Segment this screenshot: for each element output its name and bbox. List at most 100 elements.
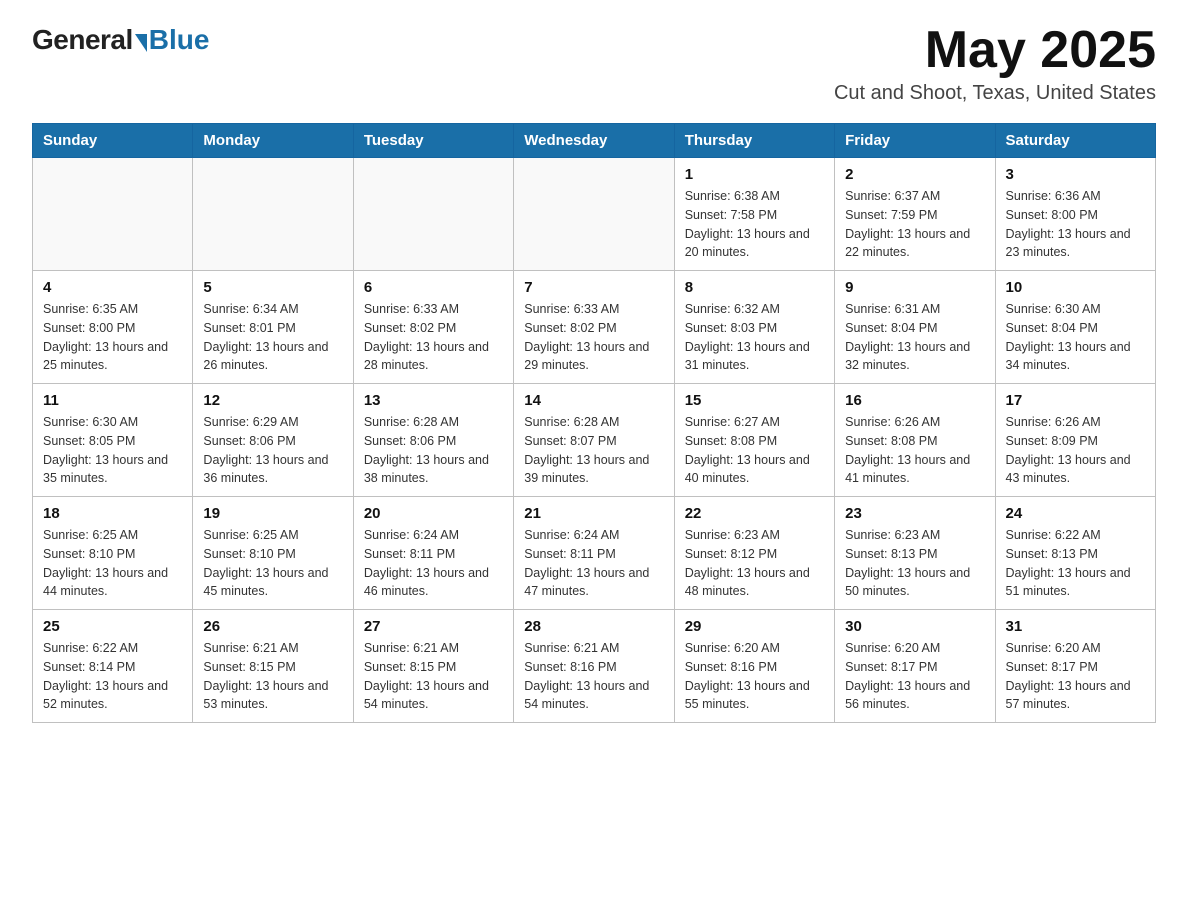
day-cell-5: 5 Sunrise: 6:34 AMSunset: 8:01 PMDaylight… bbox=[193, 271, 353, 384]
day-info: Sunrise: 6:28 AMSunset: 8:06 PMDaylight:… bbox=[364, 413, 503, 488]
day-cell-14: 14Sunrise: 6:28 AMSunset: 8:07 PMDayligh… bbox=[514, 384, 674, 497]
day-number: 21 bbox=[524, 505, 663, 522]
day-cell-30: 30 Sunrise: 6:20 AMSunset: 8:17 PMDayligh… bbox=[835, 610, 995, 723]
logo-blue-text: Blue bbox=[149, 24, 210, 56]
day-number: 30 bbox=[845, 618, 984, 635]
day-info: Sunrise: 6:20 AMSunset: 8:17 PMDaylight:… bbox=[845, 639, 984, 714]
week-row-4: 18 Sunrise: 6:25 AMSunset: 8:10 PMDayligh… bbox=[33, 497, 1156, 610]
day-number: 17 bbox=[1006, 392, 1145, 409]
day-number: 20 bbox=[364, 505, 503, 522]
logo-general-text: General bbox=[32, 24, 133, 56]
logo-triangle-icon bbox=[135, 34, 147, 52]
day-number: 18 bbox=[43, 505, 182, 522]
day-cell-11: 11 Sunrise: 6:30 AMSunset: 8:05 PMDayligh… bbox=[33, 384, 193, 497]
day-info: Sunrise: 6:21 AMSunset: 8:16 PMDaylight:… bbox=[524, 639, 663, 714]
day-cell-22: 22Sunrise: 6:23 AMSunset: 8:12 PMDayligh… bbox=[674, 497, 834, 610]
day-number: 28 bbox=[524, 618, 663, 635]
weekday-header-tuesday: Tuesday bbox=[353, 124, 513, 158]
day-number: 15 bbox=[685, 392, 824, 409]
day-cell-15: 15 Sunrise: 6:27 AMSunset: 8:08 PMDayligh… bbox=[674, 384, 834, 497]
day-cell-8: 8 Sunrise: 6:32 AMSunset: 8:03 PMDaylight… bbox=[674, 271, 834, 384]
day-cell-2: 2 Sunrise: 6:37 AMSunset: 7:59 PMDaylight… bbox=[835, 158, 995, 271]
day-info: Sunrise: 6:32 AMSunset: 8:03 PMDaylight:… bbox=[685, 300, 824, 375]
day-info: Sunrise: 6:21 AMSunset: 8:15 PMDaylight:… bbox=[203, 639, 342, 714]
day-number: 27 bbox=[364, 618, 503, 635]
logo: General Blue bbox=[32, 24, 209, 56]
day-cell-28: 28 Sunrise: 6:21 AMSunset: 8:16 PMDayligh… bbox=[514, 610, 674, 723]
day-cell-1: 1Sunrise: 6:38 AMSunset: 7:58 PMDaylight… bbox=[674, 158, 834, 271]
day-info: Sunrise: 6:24 AMSunset: 8:11 PMDaylight:… bbox=[364, 526, 503, 601]
day-number: 11 bbox=[43, 392, 182, 409]
weekday-header-friday: Friday bbox=[835, 124, 995, 158]
week-row-5: 25 Sunrise: 6:22 AMSunset: 8:14 PMDayligh… bbox=[33, 610, 1156, 723]
day-info: Sunrise: 6:21 AMSunset: 8:15 PMDaylight:… bbox=[364, 639, 503, 714]
day-cell-17: 17 Sunrise: 6:26 AMSunset: 8:09 PMDayligh… bbox=[995, 384, 1155, 497]
day-cell-29: 29Sunrise: 6:20 AMSunset: 8:16 PMDayligh… bbox=[674, 610, 834, 723]
day-number: 4 bbox=[43, 279, 182, 296]
day-cell-16: 16Sunrise: 6:26 AMSunset: 8:08 PMDayligh… bbox=[835, 384, 995, 497]
day-info: Sunrise: 6:35 AMSunset: 8:00 PMDaylight:… bbox=[43, 300, 182, 375]
day-number: 13 bbox=[364, 392, 503, 409]
day-info: Sunrise: 6:33 AMSunset: 8:02 PMDaylight:… bbox=[524, 300, 663, 375]
title-section: May 2025 Cut and Shoot, Texas, United St… bbox=[834, 24, 1156, 105]
day-info: Sunrise: 6:28 AMSunset: 8:07 PMDaylight:… bbox=[524, 413, 663, 488]
day-number: 23 bbox=[845, 505, 984, 522]
day-info: Sunrise: 6:25 AMSunset: 8:10 PMDaylight:… bbox=[43, 526, 182, 601]
day-number: 12 bbox=[203, 392, 342, 409]
day-cell-7: 7Sunrise: 6:33 AMSunset: 8:02 PMDaylight… bbox=[514, 271, 674, 384]
day-info: Sunrise: 6:34 AMSunset: 8:01 PMDaylight:… bbox=[203, 300, 342, 375]
day-number: 9 bbox=[845, 279, 984, 296]
week-row-3: 11 Sunrise: 6:30 AMSunset: 8:05 PMDayligh… bbox=[33, 384, 1156, 497]
day-cell-26: 26 Sunrise: 6:21 AMSunset: 8:15 PMDayligh… bbox=[193, 610, 353, 723]
day-info: Sunrise: 6:23 AMSunset: 8:12 PMDaylight:… bbox=[685, 526, 824, 601]
day-info: Sunrise: 6:31 AMSunset: 8:04 PMDaylight:… bbox=[845, 300, 984, 375]
day-info: Sunrise: 6:22 AMSunset: 8:14 PMDaylight:… bbox=[43, 639, 182, 714]
day-cell-31: 31Sunrise: 6:20 AMSunset: 8:17 PMDayligh… bbox=[995, 610, 1155, 723]
day-number: 2 bbox=[845, 166, 984, 183]
week-row-1: 1Sunrise: 6:38 AMSunset: 7:58 PMDaylight… bbox=[33, 158, 1156, 271]
day-info: Sunrise: 6:33 AMSunset: 8:02 PMDaylight:… bbox=[364, 300, 503, 375]
week-row-2: 4 Sunrise: 6:35 AMSunset: 8:00 PMDaylight… bbox=[33, 271, 1156, 384]
day-cell-3: 3 Sunrise: 6:36 AMSunset: 8:00 PMDaylight… bbox=[995, 158, 1155, 271]
day-number: 25 bbox=[43, 618, 182, 635]
weekday-header-sunday: Sunday bbox=[33, 124, 193, 158]
calendar-table: SundayMondayTuesdayWednesdayThursdayFrid… bbox=[32, 123, 1156, 723]
day-info: Sunrise: 6:25 AMSunset: 8:10 PMDaylight:… bbox=[203, 526, 342, 601]
weekday-header-wednesday: Wednesday bbox=[514, 124, 674, 158]
day-number: 26 bbox=[203, 618, 342, 635]
day-cell-9: 9 Sunrise: 6:31 AMSunset: 8:04 PMDaylight… bbox=[835, 271, 995, 384]
day-cell-4: 4 Sunrise: 6:35 AMSunset: 8:00 PMDaylight… bbox=[33, 271, 193, 384]
day-number: 8 bbox=[685, 279, 824, 296]
weekday-header-saturday: Saturday bbox=[995, 124, 1155, 158]
day-info: Sunrise: 6:37 AMSunset: 7:59 PMDaylight:… bbox=[845, 187, 984, 262]
day-info: Sunrise: 6:29 AMSunset: 8:06 PMDaylight:… bbox=[203, 413, 342, 488]
day-cell-empty-2 bbox=[353, 158, 513, 271]
day-cell-empty-3 bbox=[514, 158, 674, 271]
day-info: Sunrise: 6:38 AMSunset: 7:58 PMDaylight:… bbox=[685, 187, 824, 262]
day-info: Sunrise: 6:30 AMSunset: 8:04 PMDaylight:… bbox=[1006, 300, 1145, 375]
day-info: Sunrise: 6:23 AMSunset: 8:13 PMDaylight:… bbox=[845, 526, 984, 601]
weekday-header-monday: Monday bbox=[193, 124, 353, 158]
day-info: Sunrise: 6:22 AMSunset: 8:13 PMDaylight:… bbox=[1006, 526, 1145, 601]
day-cell-27: 27 Sunrise: 6:21 AMSunset: 8:15 PMDayligh… bbox=[353, 610, 513, 723]
day-info: Sunrise: 6:20 AMSunset: 8:17 PMDaylight:… bbox=[1006, 639, 1145, 714]
day-number: 6 bbox=[364, 279, 503, 296]
day-number: 24 bbox=[1006, 505, 1145, 522]
day-number: 3 bbox=[1006, 166, 1145, 183]
day-cell-25: 25 Sunrise: 6:22 AMSunset: 8:14 PMDayligh… bbox=[33, 610, 193, 723]
day-cell-19: 19Sunrise: 6:25 AMSunset: 8:10 PMDayligh… bbox=[193, 497, 353, 610]
day-number: 10 bbox=[1006, 279, 1145, 296]
weekday-header-thursday: Thursday bbox=[674, 124, 834, 158]
day-cell-6: 6 Sunrise: 6:33 AMSunset: 8:02 PMDaylight… bbox=[353, 271, 513, 384]
day-info: Sunrise: 6:27 AMSunset: 8:08 PMDaylight:… bbox=[685, 413, 824, 488]
day-info: Sunrise: 6:26 AMSunset: 8:08 PMDaylight:… bbox=[845, 413, 984, 488]
day-info: Sunrise: 6:36 AMSunset: 8:00 PMDaylight:… bbox=[1006, 187, 1145, 262]
day-info: Sunrise: 6:26 AMSunset: 8:09 PMDaylight:… bbox=[1006, 413, 1145, 488]
day-info: Sunrise: 6:30 AMSunset: 8:05 PMDaylight:… bbox=[43, 413, 182, 488]
day-cell-empty-1 bbox=[193, 158, 353, 271]
day-cell-23: 23 Sunrise: 6:23 AMSunset: 8:13 PMDayligh… bbox=[835, 497, 995, 610]
day-number: 5 bbox=[203, 279, 342, 296]
day-cell-13: 13 Sunrise: 6:28 AMSunset: 8:06 PMDayligh… bbox=[353, 384, 513, 497]
day-cell-12: 12 Sunrise: 6:29 AMSunset: 8:06 PMDayligh… bbox=[193, 384, 353, 497]
day-info: Sunrise: 6:20 AMSunset: 8:16 PMDaylight:… bbox=[685, 639, 824, 714]
